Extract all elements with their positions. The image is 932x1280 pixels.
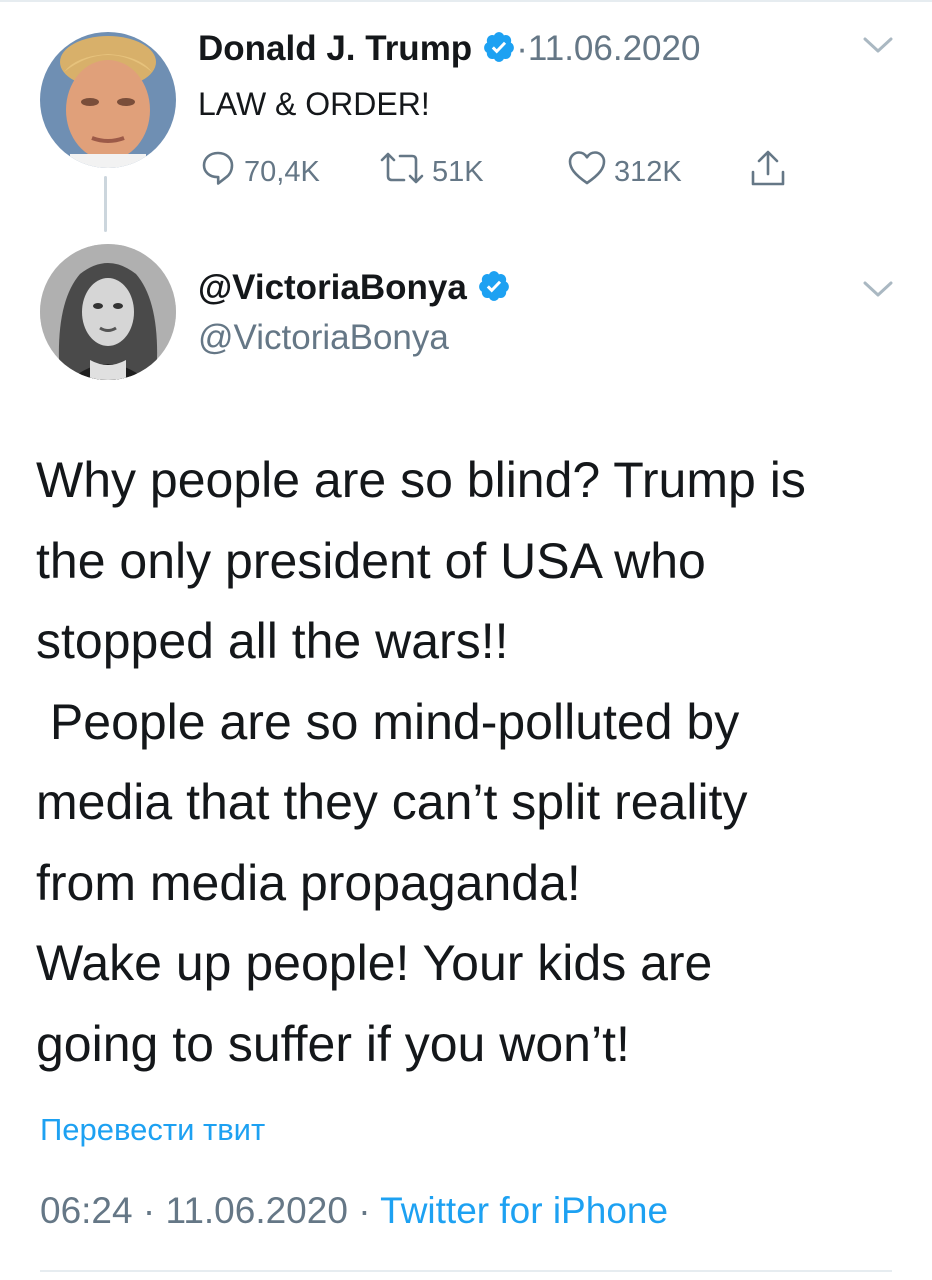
- verified-badge-icon: [477, 269, 511, 308]
- tweet2-handle[interactable]: @VictoriaBonya: [198, 318, 449, 358]
- share-button[interactable]: [748, 148, 794, 198]
- like-count: 312K: [614, 155, 682, 188]
- top-divider: [0, 0, 932, 2]
- tweet2-header: @VictoriaBonya: [198, 266, 511, 310]
- share-upload-icon: [748, 148, 794, 198]
- chevron-down-icon[interactable]: [862, 278, 894, 305]
- bottom-divider: [40, 1270, 892, 1272]
- tweet1-header: Donald J. Trump · 11.06.2020: [198, 28, 700, 70]
- retweet-button[interactable]: 51K: [378, 148, 484, 196]
- verified-badge-icon: [482, 30, 516, 69]
- reply-button[interactable]: 70,4K: [198, 148, 320, 196]
- trump-avatar[interactable]: [40, 32, 176, 168]
- footer-separator-1: ·: [142, 1190, 166, 1231]
- tweet2-footer: 06:24 · 11.06.2020 · Twitter for iPhone: [40, 1190, 668, 1232]
- heart-icon: [566, 148, 614, 196]
- speech-bubble-icon: [198, 148, 244, 196]
- tweet1-date[interactable]: 11.06.2020: [528, 29, 701, 69]
- tweet2-source-link[interactable]: Twitter for iPhone: [380, 1190, 668, 1231]
- retweet-arrows-icon: [378, 148, 432, 196]
- tweet2-author-name[interactable]: @VictoriaBonya: [198, 268, 467, 308]
- like-button[interactable]: 312K: [566, 148, 682, 196]
- tweet1-separator: ·: [516, 29, 528, 68]
- footer-separator-2: ·: [358, 1190, 381, 1231]
- tweet2-body: Why people are so blind? Trump is the on…: [36, 452, 806, 1072]
- chevron-down-icon[interactable]: [862, 34, 894, 61]
- reply-count: 70,4K: [244, 155, 320, 188]
- translate-tweet-link[interactable]: Перевести твит: [40, 1112, 265, 1148]
- retweet-count: 51K: [432, 155, 484, 188]
- tweet2-date: 11.06.2020: [165, 1190, 348, 1231]
- victoria-avatar[interactable]: [40, 244, 176, 380]
- tweet2-time: 06:24: [40, 1190, 133, 1231]
- tweet1-author-name[interactable]: Donald J. Trump: [198, 29, 472, 69]
- tweet1-text: LAW & ORDER!: [198, 86, 430, 122]
- thread-connector: [104, 176, 107, 232]
